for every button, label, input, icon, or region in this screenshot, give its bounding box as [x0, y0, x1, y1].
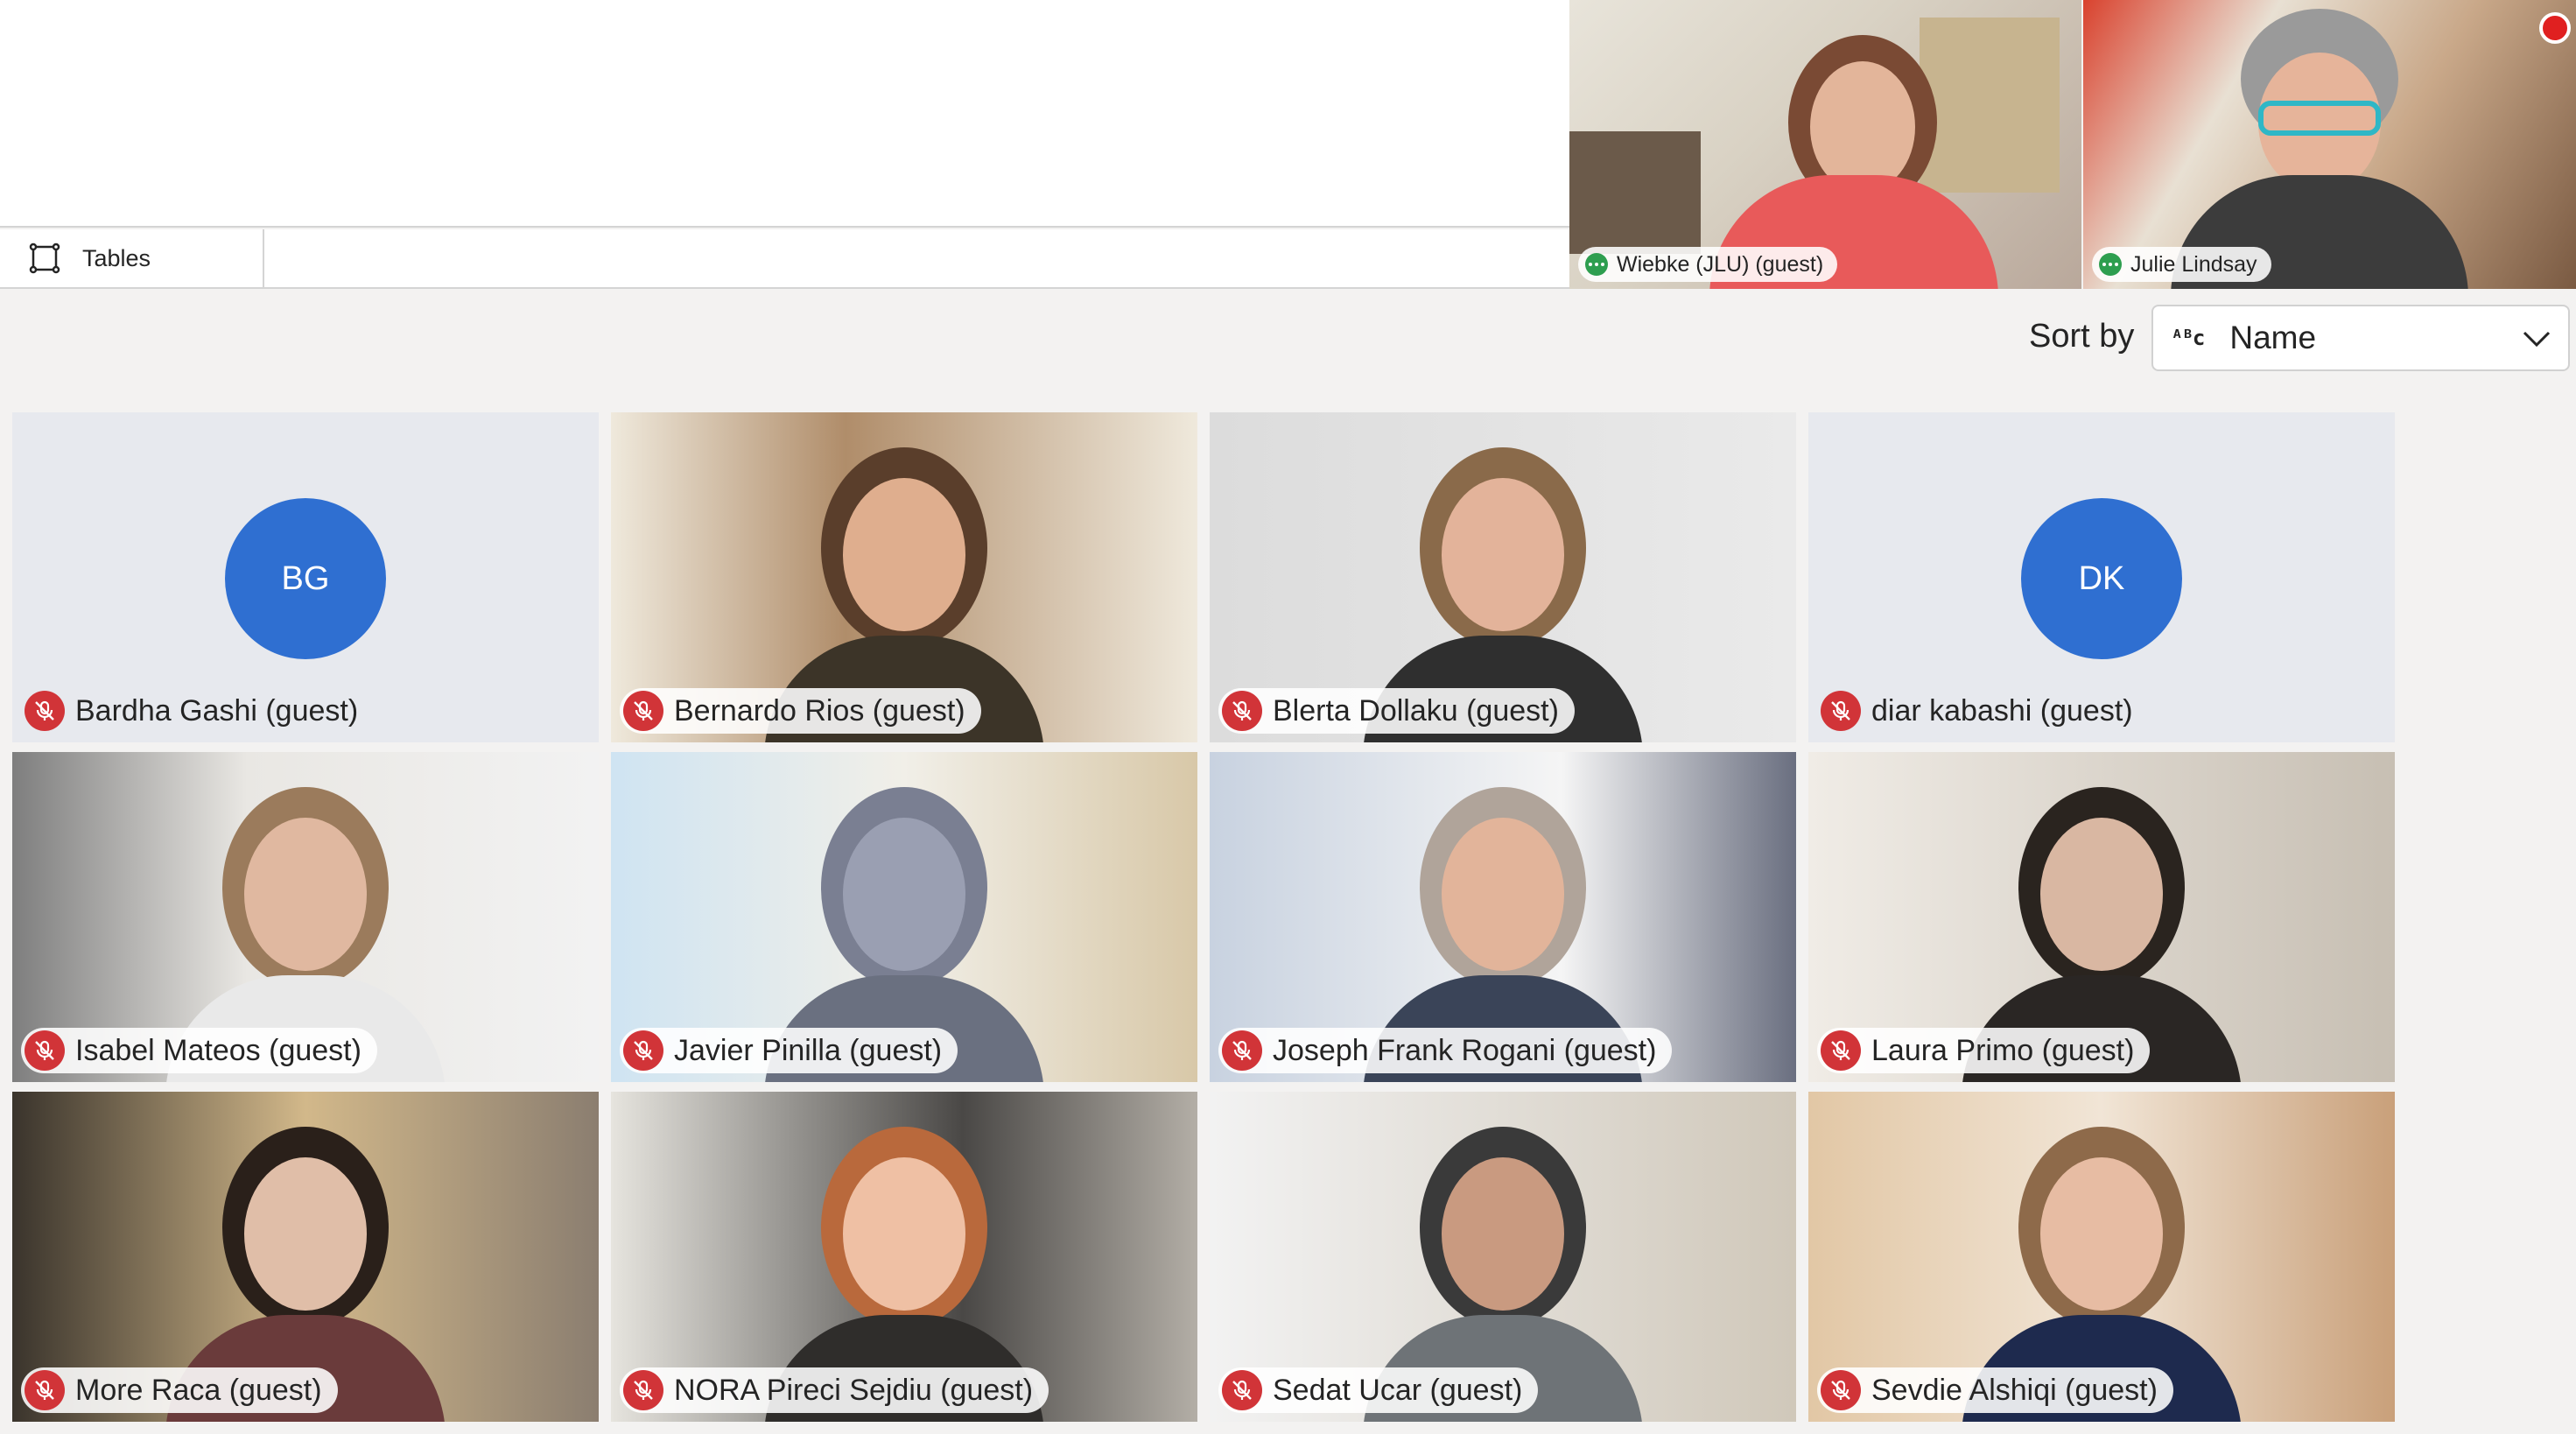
mic-muted-icon — [1821, 1030, 1861, 1071]
participant-tile[interactable]: More Raca (guest) — [12, 1092, 599, 1422]
participant-tile[interactable]: Sevdie Alshiqi (guest) — [1808, 1092, 2395, 1422]
participant-name: Sevdie Alshiqi (guest) — [1871, 1373, 2158, 1407]
video-feed-face — [1442, 478, 1564, 631]
sort-label: Sort by — [2029, 318, 2135, 355]
spotlight-video-1[interactable]: Wiebke (JLU) (guest) — [1569, 0, 2081, 289]
spotlight-video-2[interactable]: Julie Lindsay — [2083, 0, 2576, 289]
mic-muted-icon — [25, 1030, 65, 1071]
mic-muted-icon — [1222, 691, 1262, 731]
mic-muted-icon — [25, 1370, 65, 1410]
tab-tables[interactable]: Tables — [0, 229, 264, 287]
video-feed-face — [843, 478, 965, 631]
chevron-down-icon — [2523, 331, 2551, 348]
participant-name-chip: Sedat Ucar (guest) — [1218, 1367, 1539, 1413]
participant-name: Blerta Dollaku (guest) — [1273, 693, 1559, 728]
avatar: BG — [225, 498, 386, 659]
speaking-indicator-icon — [2099, 253, 2122, 276]
participant-name-chip: Blerta Dollaku (guest) — [1218, 688, 1575, 734]
participant-name: diar kabashi (guest) — [1871, 693, 2133, 728]
participant-name-chip: Bardha Gashi (guest) — [21, 688, 374, 734]
video-feed-face — [2040, 1157, 2163, 1311]
participant-name: Laura Primo (guest) — [1871, 1033, 2135, 1067]
spotlight-name: Julie Lindsay — [2130, 251, 2257, 277]
participant-name-chip: More Raca (guest) — [21, 1367, 338, 1413]
participant-tile[interactable]: Blerta Dollaku (guest) — [1210, 412, 1796, 742]
participant-name-chip: Isabel Mateos (guest) — [21, 1028, 377, 1073]
participant-name: Joseph Frank Rogani (guest) — [1273, 1033, 1657, 1067]
participant-tile[interactable]: Isabel Mateos (guest) — [12, 752, 599, 1082]
participant-name-chip: Bernardo Rios (guest) — [620, 688, 981, 734]
participant-name-chip: NORA Pireci Sejdiu (guest) — [620, 1367, 1049, 1413]
participant-tile[interactable]: Joseph Frank Rogani (guest) — [1210, 752, 1796, 1082]
participant-name: Bardha Gashi (guest) — [75, 693, 359, 728]
mic-muted-icon — [623, 691, 663, 731]
participant-name-chip: Laura Primo (guest) — [1817, 1028, 2151, 1073]
speaking-indicator-icon — [1585, 253, 1608, 276]
tab-bar: Tables — [0, 229, 1569, 289]
tables-icon — [29, 243, 60, 274]
sort-value: Name — [2229, 320, 2317, 355]
spotlight-name: Wiebke (JLU) (guest) — [1617, 251, 1824, 277]
participant-name-chip: Joseph Frank Rogani (guest) — [1218, 1028, 1673, 1073]
mic-muted-icon — [623, 1030, 663, 1071]
participant-name: Sedat Ucar (guest) — [1273, 1373, 1523, 1407]
sort-dropdown[interactable]: ᴬᴮc Name — [2151, 305, 2570, 371]
video-feed-face — [2040, 818, 2163, 971]
participant-name: NORA Pireci Sejdiu (guest) — [674, 1373, 1034, 1407]
spotlight-name-chip: Wiebke (JLU) (guest) — [1578, 247, 1838, 282]
tab-label: Tables — [82, 244, 151, 271]
participant-name-chip: Sevdie Alshiqi (guest) — [1817, 1367, 2173, 1413]
participant-tile[interactable]: Sedat Ucar (guest) — [1210, 1092, 1796, 1422]
participant-name-chip: Javier Pinilla (guest) — [620, 1028, 958, 1073]
mic-muted-icon — [1222, 1370, 1262, 1410]
participant-name: Javier Pinilla (guest) — [674, 1033, 943, 1067]
recording-indicator-icon — [2539, 12, 2571, 44]
meeting-window: Tables Wiebke (JLU) (guest) Julie Lindsa… — [0, 0, 2576, 1434]
video-feed-face — [1442, 1157, 1564, 1311]
mic-muted-icon — [1821, 691, 1861, 731]
mic-muted-icon — [25, 691, 65, 731]
participant-tile[interactable]: Laura Primo (guest) — [1808, 752, 2395, 1082]
abc-sort-icon: ᴬᴮc — [2171, 326, 2205, 350]
participant-name: More Raca (guest) — [75, 1373, 322, 1407]
participant-tile[interactable]: Javier Pinilla (guest) — [611, 752, 1197, 1082]
participant-tile[interactable]: DK diar kabashi (guest) — [1808, 412, 2395, 742]
video-feed-face — [244, 1157, 367, 1311]
avatar: DK — [2021, 498, 2182, 659]
participant-tile[interactable]: NORA Pireci Sejdiu (guest) — [611, 1092, 1197, 1422]
mic-muted-icon — [623, 1370, 663, 1410]
participant-name-chip: diar kabashi (guest) — [1817, 688, 2149, 734]
participant-tile[interactable]: BG Bardha Gashi (guest) — [12, 412, 599, 742]
mic-muted-icon — [1821, 1370, 1861, 1410]
participant-gallery: BG Bardha Gashi (guest) Bernardo Rios (gue… — [12, 412, 2398, 1422]
video-feed-face — [244, 818, 367, 971]
participant-name: Isabel Mateos (guest) — [75, 1033, 361, 1067]
video-feed-face — [1442, 818, 1564, 971]
video-feed-face — [843, 1157, 965, 1311]
stage-blank-area — [0, 0, 1569, 228]
video-feed-face — [843, 818, 965, 971]
participant-tile[interactable]: Bernardo Rios (guest) — [611, 412, 1197, 742]
spotlight-name-chip: Julie Lindsay — [2092, 247, 2271, 282]
participant-name: Bernardo Rios (guest) — [674, 693, 965, 728]
mic-muted-icon — [1222, 1030, 1262, 1071]
